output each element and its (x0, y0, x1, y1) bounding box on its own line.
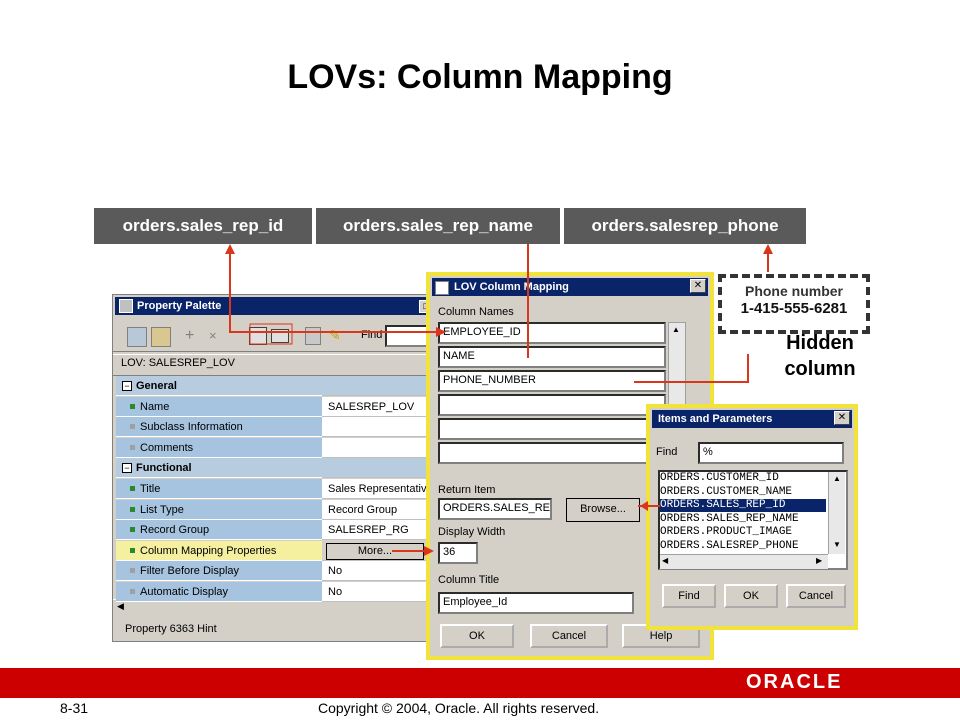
arrowhead-sales-rep-id-end (436, 327, 446, 337)
connector-hidden-column (634, 354, 749, 383)
copyright: Copyright © 2004, Oracle. All rights res… (318, 700, 600, 716)
footer-bar: ORACLE (0, 668, 960, 698)
arrowhead-salesrep-phone (763, 244, 773, 254)
connector-sales-rep-id (229, 252, 438, 333)
arrowhead-more (424, 546, 434, 556)
connector-overlay (225, 244, 773, 556)
toolbar-highlight (249, 323, 293, 345)
arrowhead-browse (640, 501, 648, 511)
oracle-logo: ORACLE (746, 671, 843, 693)
arrowhead-sales-rep-id (225, 244, 235, 254)
page-number: 8-31 (60, 700, 89, 716)
